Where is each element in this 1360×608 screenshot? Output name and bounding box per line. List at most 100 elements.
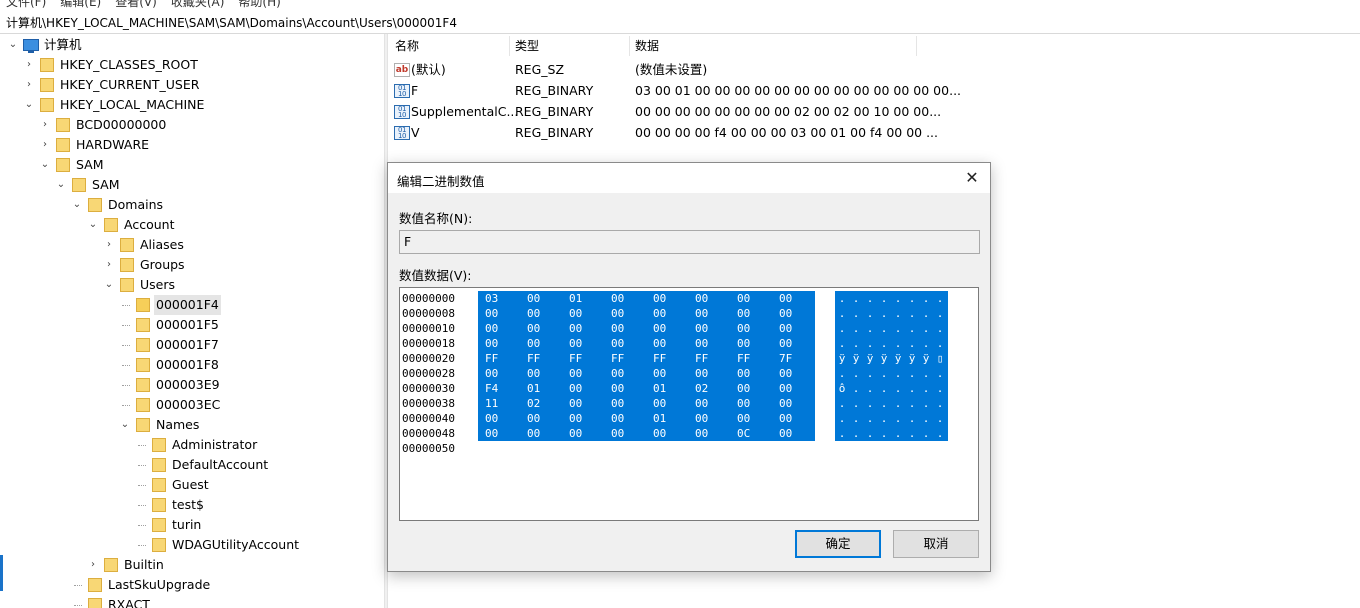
chevron-down-icon[interactable]: ⌄ [72, 200, 82, 210]
hex-byte: 00 [695, 427, 709, 440]
ascii-char: . [894, 292, 902, 305]
ascii-char: . [894, 412, 902, 425]
ascii-char: . [922, 382, 930, 395]
tree-item-label: RXACT [108, 597, 150, 608]
value-row[interactable]: 01 10 SupplementalC... REG_BINARY 00 00 00 0… [389, 101, 941, 122]
hex-row[interactable]: 00000050 [400, 441, 978, 456]
tree-guide-line [122, 405, 130, 406]
chevron-right-icon[interactable]: › [24, 60, 34, 70]
hex-byte: 00 [695, 367, 709, 380]
column-separator[interactable] [916, 36, 917, 56]
ascii-char: . [922, 412, 930, 425]
ascii-char: ÿ [852, 352, 860, 365]
chevron-right-icon[interactable]: › [104, 240, 114, 250]
value-row[interactable]: ab (默认) REG_SZ (数值未设置) [389, 59, 929, 80]
ascii-char: ô [838, 382, 846, 395]
ok-button[interactable]: 确定 [795, 530, 881, 558]
hex-byte: 01 [653, 412, 667, 425]
hex-offset: 00000008 [402, 307, 455, 320]
tree-guide-line [138, 525, 146, 526]
chevron-down-icon[interactable]: ⌄ [88, 220, 98, 230]
column-header-name[interactable]: 名称 [389, 34, 509, 58]
hex-offset: 00000028 [402, 367, 455, 380]
dialog-title-bar[interactable]: 编辑二进制数值 ✕ [388, 163, 990, 193]
menu-item[interactable]: 帮助(H) [238, 0, 280, 10]
chevron-down-icon[interactable]: ⌄ [8, 40, 18, 50]
menu-item[interactable]: 文件(F) [6, 0, 46, 10]
computer-icon [23, 39, 39, 53]
hex-bytes: 00 00 00 00 00 00 00 00 [485, 366, 821, 381]
hex-row[interactable]: 00000028 00 00 00 00 00 00 00 00........ [400, 366, 978, 381]
ascii-char: . [866, 367, 874, 380]
chevron-down-icon[interactable]: ⌄ [56, 180, 66, 190]
ascii-char: . [936, 307, 944, 320]
column-header-data[interactable]: 数据 [629, 34, 916, 58]
chevron-right-icon[interactable]: › [88, 560, 98, 570]
chevron-down-icon[interactable]: ⌄ [24, 100, 34, 110]
hex-byte: 00 [611, 382, 625, 395]
hex-row[interactable]: 00000040 00 00 00 00 01 00 00 00........ [400, 411, 978, 426]
ascii-char: . [922, 397, 930, 410]
ascii-char: . [880, 427, 888, 440]
folder-icon [104, 218, 118, 232]
chevron-down-icon[interactable]: ⌄ [120, 420, 130, 430]
address-path[interactable]: 计算机\HKEY_LOCAL_MACHINE\SAM\SAM\Domains\A… [6, 14, 457, 31]
hex-byte: FF [611, 352, 625, 365]
column-header-type[interactable]: 类型 [509, 34, 629, 58]
value-row[interactable]: 01 10 V REG_BINARY 00 00 00 00 f4 00 00 00 0… [389, 122, 938, 143]
ascii-char: . [922, 367, 930, 380]
close-icon[interactable]: ✕ [954, 163, 990, 193]
address-bar[interactable]: 计算机\HKEY_LOCAL_MACHINE\SAM\SAM\Domains\A… [0, 10, 1360, 34]
ascii-char: . [852, 307, 860, 320]
hex-byte: 00 [611, 337, 625, 350]
folder-icon [152, 478, 166, 492]
cancel-button[interactable]: 取消 [893, 530, 979, 558]
hex-row[interactable]: 00000048 00 00 00 00 00 00 0C 00........ [400, 426, 978, 441]
ascii-char: . [866, 382, 874, 395]
menu-item[interactable]: 收藏夹(A) [171, 0, 225, 10]
hex-byte: 00 [611, 307, 625, 320]
folder-icon [40, 98, 54, 112]
hex-offset: 00000010 [402, 322, 455, 335]
chevron-down-icon[interactable]: ⌄ [40, 160, 50, 170]
hex-editor[interactable]: 00000000 03 00 01 00 00 00 00 00........ 00000008… [399, 287, 979, 521]
hex-byte: FF [737, 352, 751, 365]
hex-row[interactable]: 00000030 F4 01 00 00 01 02 00 00 ô....... [400, 381, 978, 396]
tree-item-label: SAM [76, 157, 104, 172]
hex-byte: 11 [485, 397, 499, 410]
folder-icon [56, 138, 70, 152]
menu-item[interactable]: 编辑(E) [60, 0, 101, 10]
ascii-char: . [852, 382, 860, 395]
menu-item[interactable]: 查看(V) [115, 0, 157, 10]
tree-item-label: 000001F7 [156, 337, 219, 352]
folder-icon [136, 398, 150, 412]
tree-item-label: HKEY_CURRENT_USER [60, 77, 200, 92]
hex-row[interactable]: 00000010 00 00 00 00 00 00 00 00........ [400, 321, 978, 336]
hex-row[interactable]: 00000038 11 02 00 00 00 00 00 00........ [400, 396, 978, 411]
hex-row[interactable]: 00000018 00 00 00 00 00 00 00 00........ [400, 336, 978, 351]
hex-byte: 00 [779, 322, 793, 335]
ascii-char: . [852, 397, 860, 410]
hex-byte: 00 [527, 412, 541, 425]
tree-guide-line [138, 445, 146, 446]
hex-offset: 00000040 [402, 412, 455, 425]
ascii-char: . [866, 307, 874, 320]
chevron-right-icon[interactable]: › [40, 120, 50, 130]
hex-row[interactable]: 00000008 00 00 00 00 00 00 00 00........ [400, 306, 978, 321]
chevron-right-icon[interactable]: › [104, 260, 114, 270]
ascii-char: . [936, 397, 944, 410]
ascii-char: . [894, 337, 902, 350]
hex-row[interactable]: 00000000 03 00 01 00 00 00 00 00........ [400, 291, 978, 306]
value-row[interactable]: 01 10 F REG_BINARY 03 00 01 00 00 00 00 00 0… [389, 80, 961, 101]
ascii-char: . [936, 382, 944, 395]
ascii-char: . [908, 397, 916, 410]
tree-root-label: 计算机 [44, 37, 82, 52]
folder-icon [136, 378, 150, 392]
hex-byte: 00 [779, 292, 793, 305]
chevron-down-icon[interactable]: ⌄ [104, 280, 114, 290]
chevron-right-icon[interactable]: › [40, 140, 50, 150]
hex-row[interactable]: 00000020 FF FF FF FF FF FF FF 7F ÿ ÿ ÿ ÿ ÿ ÿ ÿ ▯ [400, 351, 978, 366]
hex-byte: 00 [737, 292, 751, 305]
chevron-right-icon[interactable]: › [24, 80, 34, 90]
ascii-char: . [894, 397, 902, 410]
